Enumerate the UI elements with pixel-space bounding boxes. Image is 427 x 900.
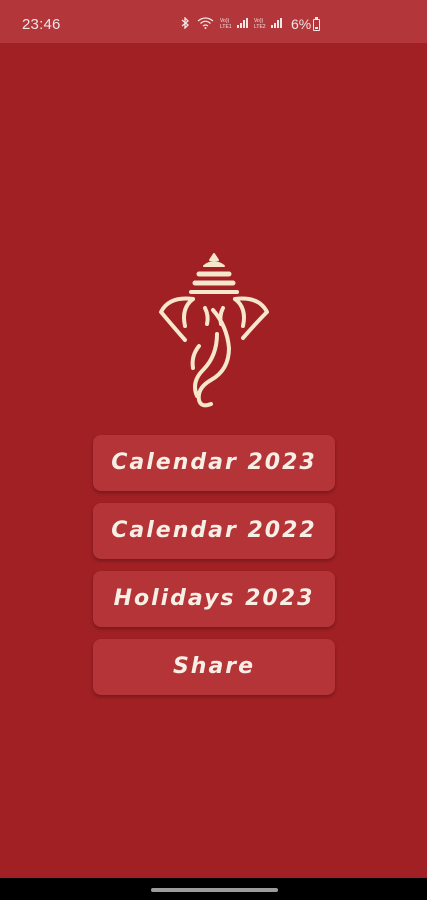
wifi-icon [197, 17, 214, 32]
bluetooth-icon [181, 16, 190, 32]
holidays-2023-button[interactable]: Holidays 2023 [93, 571, 335, 627]
calendar-2022-button[interactable]: Calendar 2022 [93, 503, 335, 559]
status-time: 23:46 [22, 16, 61, 33]
svg-text:LTE2: LTE2 [254, 24, 266, 29]
home-gesture-handle[interactable] [151, 888, 278, 892]
svg-text:LTE1: LTE1 [220, 24, 232, 29]
ganesha-logo [155, 252, 273, 412]
share-button[interactable]: Share [93, 639, 335, 695]
battery-icon [313, 17, 320, 31]
navigation-bar [0, 878, 427, 900]
calendar-2023-button[interactable]: Calendar 2023 [93, 435, 335, 491]
main-menu: Calendar 2023 Calendar 2022 Holidays 202… [93, 435, 335, 707]
lte1-indicator: Vo)) LTE1 [220, 17, 248, 31]
status-bar: 23:46 Vo)) LTE1 Vo)) LTE2 6% [0, 0, 427, 43]
lte2-indicator: Vo)) LTE2 [254, 17, 282, 31]
battery-percent: 6% [291, 16, 312, 32]
